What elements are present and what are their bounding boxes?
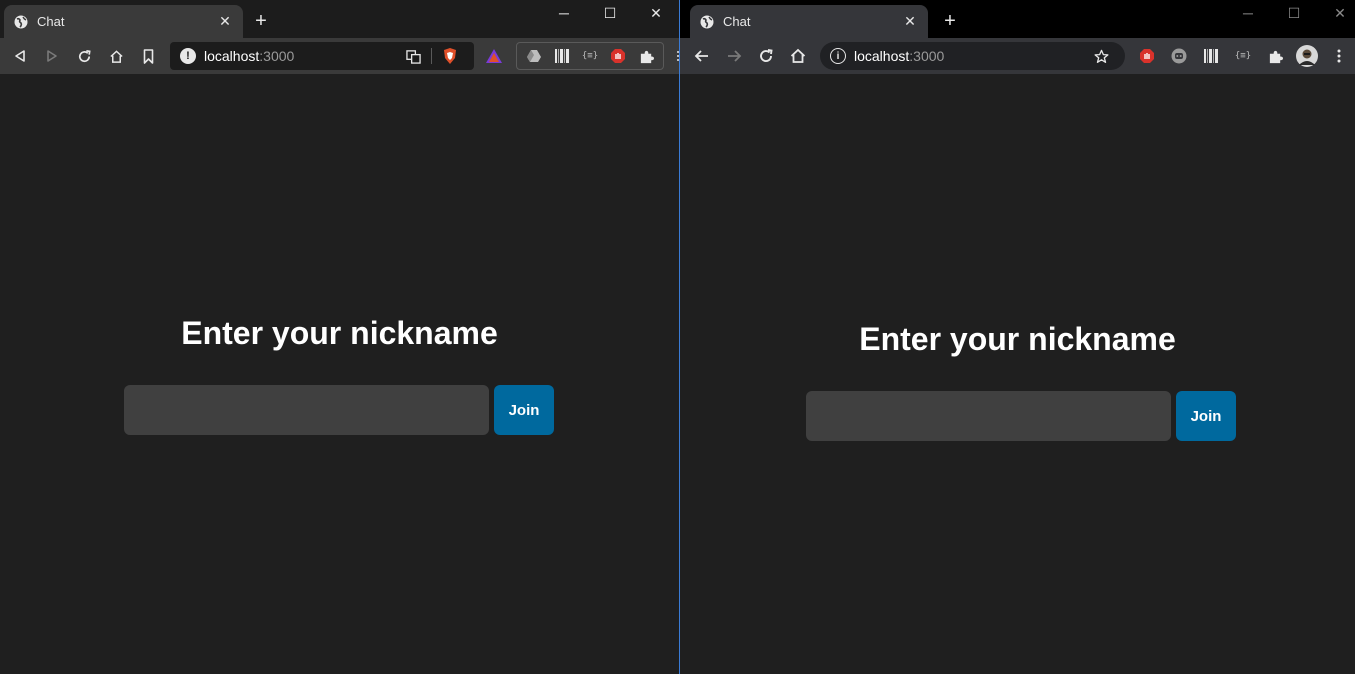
site-info-icon[interactable]: !	[180, 48, 196, 64]
tab-chat[interactable]: Chat ✕	[690, 5, 928, 38]
drive-icon[interactable]	[520, 42, 548, 70]
brave-shields-icon[interactable]	[436, 42, 464, 70]
new-tab-button[interactable]: +	[248, 8, 274, 34]
discord-icon[interactable]	[1165, 42, 1193, 70]
toolbar: i localhost:3000 {≡}	[680, 38, 1355, 74]
nickname-input[interactable]	[124, 385, 489, 435]
minimize-icon[interactable]: ─	[541, 0, 587, 26]
kebab-menu-icon[interactable]	[1323, 40, 1355, 72]
extensions-puzzle-icon[interactable]	[632, 42, 660, 70]
window-controls: ─ ☐ ✕	[541, 0, 679, 26]
json-viewer-icon[interactable]: {≡}	[1229, 42, 1257, 70]
home-icon[interactable]	[782, 40, 814, 72]
tab-title: Chat	[37, 14, 65, 29]
join-button[interactable]: Join	[494, 385, 554, 435]
nickname-form: Join	[806, 391, 1236, 441]
globe-icon	[700, 15, 714, 29]
json-viewer-icon[interactable]: {≡}	[576, 42, 604, 70]
adblock-icon[interactable]	[1133, 42, 1161, 70]
forward-icon[interactable]	[36, 40, 68, 72]
nickname-input[interactable]	[806, 391, 1171, 441]
address-bar[interactable]: ! localhost:3000	[170, 42, 474, 70]
brave-rewards-icon[interactable]	[480, 42, 508, 70]
minimize-icon[interactable]: ─	[1225, 0, 1271, 26]
translate-icon[interactable]	[399, 42, 427, 70]
maximize-icon[interactable]: ☐	[587, 0, 633, 26]
adblock-icon[interactable]	[604, 42, 632, 70]
menu-icon[interactable]	[666, 40, 679, 72]
tab-strip: Chat ✕ + ─ ☐ ✕	[0, 0, 679, 38]
address-host: localhost	[204, 48, 260, 64]
site-info-icon[interactable]: i	[830, 48, 846, 64]
tab-chat[interactable]: Chat ✕	[4, 5, 243, 38]
nickname-form: Join	[124, 385, 554, 435]
address-host: localhost	[854, 48, 910, 64]
back-icon[interactable]	[4, 40, 36, 72]
page-heading: Enter your nickname	[181, 315, 498, 351]
right-browser-window: Chat ✕ + ─ ☐ ✕ i localhost:3000 {≡} Ent…	[680, 0, 1355, 674]
extensions-group: {≡}	[516, 42, 664, 70]
tab-strip: Chat ✕ + ─ ☐ ✕	[680, 0, 1355, 38]
bookmark-icon[interactable]	[132, 40, 164, 72]
extensions-puzzle-icon[interactable]	[1261, 42, 1289, 70]
page-content: Enter your nickname Join	[680, 74, 1355, 674]
new-tab-button[interactable]: +	[937, 8, 963, 34]
maximize-icon[interactable]: ☐	[1271, 0, 1317, 26]
tab-close-icon[interactable]: ✕	[902, 13, 918, 30]
star-icon[interactable]	[1087, 42, 1115, 70]
close-window-icon[interactable]: ✕	[1317, 0, 1355, 26]
home-icon[interactable]	[100, 40, 132, 72]
tab-close-icon[interactable]: ✕	[217, 13, 233, 30]
page-content: Enter your nickname Join	[0, 74, 679, 674]
join-button[interactable]: Join	[1176, 391, 1236, 441]
barcode-icon[interactable]	[1197, 42, 1225, 70]
toolbar: ! localhost:3000 {≡}	[0, 38, 679, 74]
barcode-icon[interactable]	[548, 42, 576, 70]
address-port: :3000	[259, 48, 295, 64]
back-arrow-icon[interactable]	[686, 40, 718, 72]
left-browser-window: Chat ✕ + ─ ☐ ✕ ! localhost:3000 {≡} Ent…	[0, 0, 679, 674]
reload-icon[interactable]	[750, 40, 782, 72]
reload-icon[interactable]	[68, 40, 100, 72]
address-bar[interactable]: i localhost:3000	[820, 42, 1125, 70]
tab-title: Chat	[723, 14, 751, 29]
profile-avatar[interactable]	[1293, 42, 1321, 70]
window-controls: ─ ☐ ✕	[1225, 0, 1355, 26]
close-window-icon[interactable]: ✕	[633, 0, 679, 26]
page-heading: Enter your nickname	[859, 321, 1176, 357]
globe-icon	[14, 15, 28, 29]
forward-arrow-icon[interactable]	[718, 40, 750, 72]
address-port: :3000	[909, 48, 945, 64]
